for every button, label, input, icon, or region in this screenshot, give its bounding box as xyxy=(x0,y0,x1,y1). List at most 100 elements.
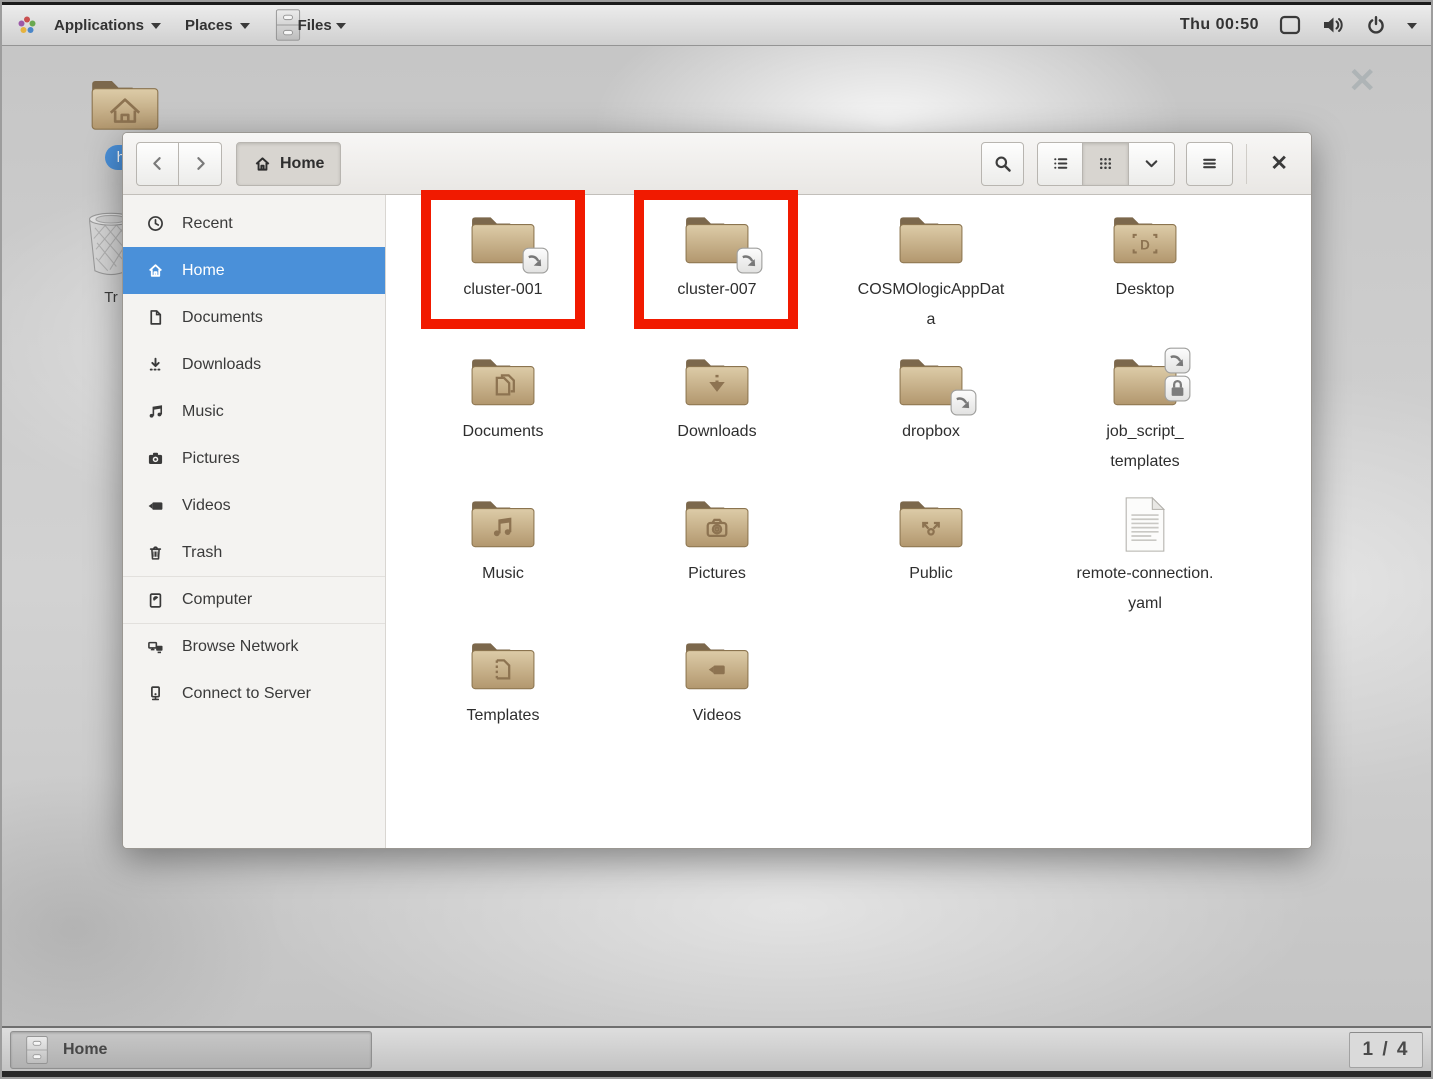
close-button[interactable]: ✕ xyxy=(1260,151,1298,176)
folder-icon xyxy=(470,354,536,408)
applications-menu[interactable]: Applications xyxy=(46,13,169,38)
search-button[interactable] xyxy=(981,142,1024,186)
file-name: COSMOlogicAppDat a xyxy=(858,275,1005,335)
menu-button[interactable] xyxy=(1186,142,1233,186)
chevron-down-icon xyxy=(1143,155,1160,172)
file-item-cluster-007[interactable]: cluster-007 xyxy=(610,209,824,351)
folder-icon xyxy=(898,496,964,550)
sidebar-item-trash[interactable]: Trash xyxy=(123,529,385,576)
file-name: Public xyxy=(909,559,953,589)
symlink-emblem-icon xyxy=(1164,347,1191,374)
navigation-buttons xyxy=(136,142,222,186)
file-item-documents[interactable]: Documents xyxy=(396,351,610,493)
folder-icon xyxy=(470,638,536,692)
file-name: Downloads xyxy=(677,417,756,447)
file-item-downloads[interactable]: Downloads xyxy=(610,351,824,493)
workspace-switcher[interactable]: 1 / 4 xyxy=(1349,1032,1423,1068)
files-menu-label: Files xyxy=(298,17,332,34)
lock-emblem-icon xyxy=(1164,375,1191,402)
sidebar-item-label: Computer xyxy=(182,591,252,609)
bottom-taskbar: Home 1 / 4 xyxy=(2,1026,1431,1077)
symlink-emblem-icon xyxy=(522,247,549,274)
chevron-left-icon xyxy=(149,155,166,172)
places-sidebar: Recent Home Documents xyxy=(123,195,386,848)
sidebar-item-documents[interactable]: Documents xyxy=(123,294,385,341)
folder-icon xyxy=(470,496,536,550)
sidebar-item-connect-to-server[interactable]: Connect to Server xyxy=(123,670,385,717)
file-name: Pictures xyxy=(688,559,746,589)
grid-view-button[interactable] xyxy=(1083,142,1129,186)
applications-menu-icon xyxy=(16,14,38,36)
places-menu-label: Places xyxy=(185,17,233,34)
home-icon xyxy=(147,262,164,279)
sidebar-item-label: Recent xyxy=(182,215,233,233)
file-item-cosmologicappdata[interactable]: COSMOlogicAppDat a xyxy=(824,209,1038,351)
file-item-dropbox[interactable]: dropbox xyxy=(824,351,1038,493)
clock-icon xyxy=(147,215,164,232)
toolbar-right: ✕ xyxy=(981,142,1298,186)
file-item-public[interactable]: Public xyxy=(824,493,1038,635)
caret-down-icon[interactable] xyxy=(1407,23,1417,29)
screen-icon[interactable] xyxy=(1279,15,1301,35)
panel-clock[interactable]: Thu 00:50 xyxy=(1180,16,1259,34)
applications-menu-label: Applications xyxy=(54,17,144,34)
file-name: Desktop xyxy=(1116,275,1175,305)
caret-down-icon xyxy=(240,23,250,29)
sidebar-item-label: Trash xyxy=(182,544,222,562)
places-menu[interactable]: Places xyxy=(177,13,258,38)
sidebar-item-pictures[interactable]: Pictures xyxy=(123,435,385,482)
file-item-job-script-templates[interactable]: job_script_ templates xyxy=(1038,351,1252,493)
sidebar-item-label: Pictures xyxy=(182,450,240,468)
volume-icon[interactable] xyxy=(1321,14,1345,36)
search-icon xyxy=(994,155,1012,173)
file-item-music[interactable]: Music xyxy=(396,493,610,635)
file-item-templates[interactable]: Templates xyxy=(396,635,610,777)
sidebar-item-browse-network[interactable]: Browse Network xyxy=(123,623,385,670)
window-toolbar: Home xyxy=(123,133,1311,195)
toolbar-separator xyxy=(1246,144,1247,184)
file-name: Videos xyxy=(693,701,742,731)
file-item-pictures[interactable]: Pictures xyxy=(610,493,824,635)
sidebar-item-label: Music xyxy=(182,403,224,421)
files-menu[interactable]: Files xyxy=(266,4,354,46)
download-icon xyxy=(147,356,164,373)
hamburger-menu-icon xyxy=(1201,155,1218,172)
file-item-videos[interactable]: Videos xyxy=(610,635,824,777)
faint-close-icon: ✕ xyxy=(1348,64,1377,98)
back-button[interactable] xyxy=(136,142,179,186)
chevron-right-icon xyxy=(192,155,209,172)
folder-icon xyxy=(898,212,964,266)
folder-icon xyxy=(684,638,750,692)
trash-icon xyxy=(147,544,164,561)
svg-text:D: D xyxy=(1140,237,1150,252)
sidebar-item-videos[interactable]: Videos xyxy=(123,482,385,529)
path-home-label: Home xyxy=(280,155,324,173)
workspace-indicator: 1 / 4 xyxy=(1363,1039,1410,1061)
list-view-button[interactable] xyxy=(1037,142,1083,186)
file-item-cluster-001[interactable]: cluster-001 xyxy=(396,209,610,351)
sidebar-item-label: Downloads xyxy=(182,356,261,374)
path-home-button[interactable]: Home xyxy=(236,142,341,186)
server-icon xyxy=(147,685,164,702)
file-name: job_script_ templates xyxy=(1106,417,1183,477)
view-options-button[interactable] xyxy=(1129,142,1175,186)
file-item-remote-connection-yaml[interactable]: remote-connection. yaml xyxy=(1038,493,1252,635)
sidebar-item-label: Videos xyxy=(182,497,231,515)
file-view: cluster-001 xyxy=(386,195,1311,848)
top-panel: Applications Places Files xyxy=(2,2,1431,46)
sidebar-item-computer[interactable]: Computer xyxy=(123,576,385,623)
sidebar-item-recent[interactable]: Recent xyxy=(123,200,385,247)
home-icon xyxy=(253,155,272,173)
caret-down-icon xyxy=(336,23,346,29)
music-icon xyxy=(147,403,164,420)
sidebar-item-music[interactable]: Music xyxy=(123,388,385,435)
taskbar-home-button[interactable]: Home xyxy=(10,1031,372,1069)
list-view-icon xyxy=(1052,155,1069,172)
document-icon xyxy=(147,309,164,326)
sidebar-item-downloads[interactable]: Downloads xyxy=(123,341,385,388)
sidebar-item-home[interactable]: Home xyxy=(123,247,385,294)
forward-button[interactable] xyxy=(179,142,222,186)
power-icon[interactable] xyxy=(1365,14,1387,36)
computer-icon xyxy=(147,592,164,609)
file-item-desktop[interactable]: D Desktop xyxy=(1038,209,1252,351)
